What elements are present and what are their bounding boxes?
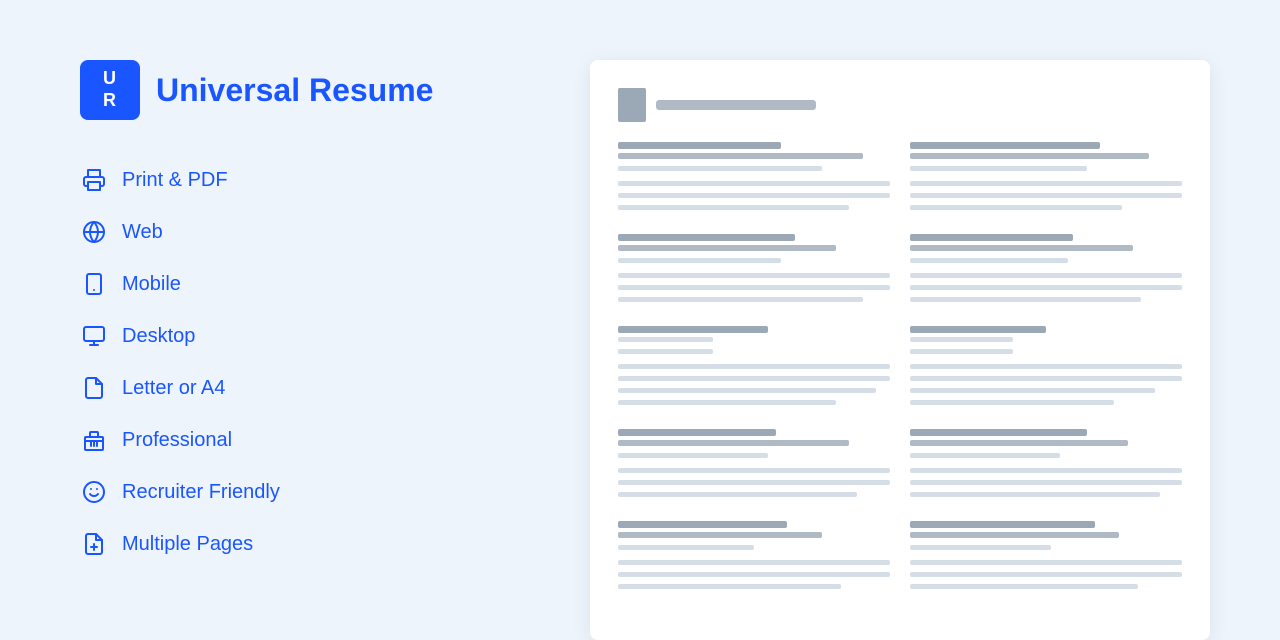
section-3 <box>618 326 890 415</box>
section-r3 <box>910 326 1182 415</box>
logo-row: U R Universal Resume <box>80 60 480 120</box>
globe-icon <box>80 218 108 246</box>
section-r2 <box>910 234 1182 312</box>
nav-label-desktop: Desktop <box>122 325 195 348</box>
nav-item-desktop[interactable]: Desktop <box>80 312 480 360</box>
nav-label-web: Web <box>122 221 163 244</box>
resume-header <box>618 88 1182 122</box>
resume-avatar <box>618 88 646 122</box>
section-r5 <box>910 521 1182 599</box>
logo-line2: R <box>103 90 117 112</box>
section-5 <box>618 521 890 599</box>
resume-name-bar <box>656 100 816 110</box>
nav-label-recruiter-friendly: Recruiter Friendly <box>122 481 280 504</box>
nav-list: Print & PDF Web Mobile <box>80 156 480 568</box>
nav-label-letter-a4: Letter or A4 <box>122 377 225 400</box>
logo-box: U R <box>80 60 140 120</box>
printer-icon <box>80 166 108 194</box>
section-r1 <box>910 142 1182 220</box>
building-icon <box>80 426 108 454</box>
nav-item-web[interactable]: Web <box>80 208 480 256</box>
nav-item-mobile[interactable]: Mobile <box>80 260 480 308</box>
nav-item-professional[interactable]: Professional <box>80 416 480 464</box>
file-icon <box>80 374 108 402</box>
nav-item-recruiter-friendly[interactable]: Recruiter Friendly <box>80 468 480 516</box>
nav-item-print-pdf[interactable]: Print & PDF <box>80 156 480 204</box>
section-2 <box>618 234 890 312</box>
nav-item-letter-a4[interactable]: Letter or A4 <box>80 364 480 412</box>
pages-icon <box>80 530 108 558</box>
section-1 <box>618 142 890 220</box>
logo-line1: U <box>103 68 117 90</box>
mobile-icon <box>80 270 108 298</box>
smiley-icon <box>80 478 108 506</box>
left-panel: U R Universal Resume Print & PDF <box>0 0 540 608</box>
section-4 <box>618 429 890 507</box>
nav-label-print-pdf: Print & PDF <box>122 169 228 192</box>
nav-label-professional: Professional <box>122 429 232 452</box>
desktop-icon <box>80 322 108 350</box>
section-r4 <box>910 429 1182 507</box>
nav-item-multiple-pages[interactable]: Multiple Pages <box>80 520 480 568</box>
resume-col-right <box>910 142 1182 613</box>
app-title: Universal Resume <box>156 72 433 109</box>
resume-col-left <box>618 142 890 613</box>
nav-label-multiple-pages: Multiple Pages <box>122 533 253 556</box>
resume-body <box>618 142 1182 613</box>
resume-preview <box>590 60 1210 640</box>
right-panel <box>540 0 1280 640</box>
nav-label-mobile: Mobile <box>122 273 181 296</box>
